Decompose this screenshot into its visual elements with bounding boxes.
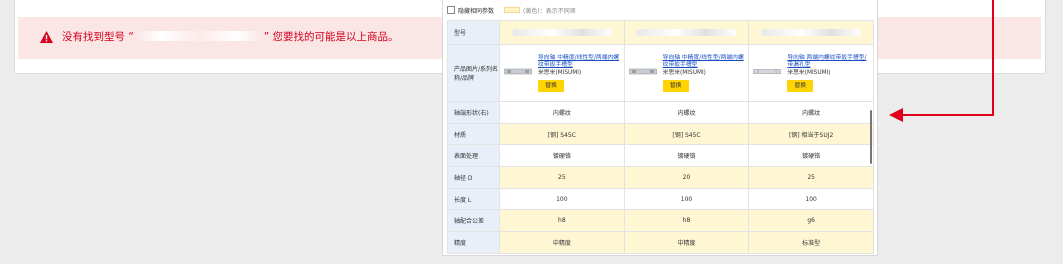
table-row: 材质 [钢] S45C [钢] S45C [钢] 相当于SUJ2	[447, 122, 874, 146]
model-cell	[623, 20, 750, 45]
table-cell: 镀硬铬	[499, 144, 625, 168]
replace-button[interactable]: 替换	[538, 79, 564, 92]
table-row: 轴配合公差 h8 h8 g6	[447, 209, 874, 233]
table-cell: [钢] S45C	[623, 122, 750, 146]
table-row: 轴端形状(右) 内螺纹 内螺纹 内螺纹	[447, 101, 874, 124]
alert-suffix: ” 您要找的可能是以上商品。	[263, 31, 399, 43]
table-cell: 100	[623, 187, 750, 211]
table-row: 表面处理 镀硬铬 镀硬铬 镀硬铬	[447, 144, 874, 168]
table-cell: 100	[499, 187, 625, 211]
redacted-model	[636, 29, 737, 36]
table-cell: 100	[748, 187, 874, 211]
shaft-image-icon	[753, 67, 782, 76]
legend-label: (黄色)：表示不同项	[523, 7, 576, 15]
table-cell: 标准型	[748, 231, 874, 254]
model-cell	[499, 20, 625, 45]
table-cell: [钢] S45C	[499, 122, 625, 146]
table-cell: 镀硬铬	[748, 144, 874, 168]
hide-same-label[interactable]: 隐藏相同参数	[458, 6, 494, 15]
product-cell: 导向轴 中精度/线性型/两端内螺纹带扳手槽型 米思米(MISUMI) 替换	[499, 44, 625, 102]
warning-icon	[40, 31, 53, 43]
annotation-arrow-head	[889, 108, 903, 122]
product-brand: 米思米(MISUMI)	[787, 69, 831, 76]
shaft-image-icon	[628, 67, 657, 76]
product-link[interactable]: 导向轴 两端内螺纹带扳手槽型/带漏孔型	[787, 55, 869, 69]
row-label: 精度	[447, 231, 500, 254]
table-row: 轴径 D 25 20 25	[447, 166, 874, 189]
row-label: 轴径 D	[447, 166, 500, 189]
table-cell: 内螺纹	[623, 101, 750, 124]
replace-button[interactable]: 替换	[787, 79, 814, 92]
row-label: 型号	[447, 20, 500, 45]
table-cell: 中精度	[499, 231, 625, 254]
product-link[interactable]: 导向轴 中精度/线性型/两端内螺纹带扳手槽型	[663, 55, 745, 69]
shaft-image-icon	[504, 67, 532, 76]
row-label: 轴端形状(右)	[447, 101, 500, 124]
table-cell: h8	[623, 209, 750, 233]
redacted-model	[134, 31, 263, 41]
alert-message: 没有找到型号 “ ” 您要找的可能是以上商品。	[62, 31, 399, 44]
product-brand: 米思米(MISUMI)	[662, 69, 706, 76]
product-cell: 导向轴 中精度/线性型/两端内螺纹带扳手槽型 米思米(MISUMI) 替换	[623, 44, 750, 102]
hide-same-checkbox[interactable]	[447, 6, 455, 14]
annotation-arrow-line	[992, 0, 994, 116]
redacted-model	[511, 29, 612, 36]
redacted-model	[761, 29, 862, 36]
product-brand: 米思米(MISUMI)	[538, 69, 582, 76]
product-cell: 导向轴 两端内螺纹带扳手槽型/带漏孔型 米思米(MISUMI) 替换	[748, 44, 874, 102]
table-cell: 镀硬铬	[623, 144, 750, 168]
row-label: 轴配合公差	[447, 209, 500, 233]
table-cell: 内螺纹	[748, 101, 874, 124]
table-cell: g6	[748, 209, 874, 233]
table-cell: 内螺纹	[499, 101, 625, 124]
product-link[interactable]: 导向轴 中精度/线性型/两端内螺纹带扳手槽型	[538, 55, 620, 69]
table-row: 型号	[447, 20, 874, 45]
compare-popup: 隐藏相同参数 (黄色)：表示不同项 型号 产品图片/系列名称/品牌 导向轴 中精…	[442, 0, 878, 256]
table-cell: 中精度	[623, 231, 750, 254]
compare-table: 型号 产品图片/系列名称/品牌 导向轴 中精度/线性型/两端内螺纹带扳手槽型 米…	[447, 20, 874, 254]
row-label: 材质	[447, 122, 500, 146]
table-row: 精度 中精度 中精度 标准型	[447, 231, 874, 254]
replace-button[interactable]: 替换	[662, 79, 689, 92]
table-cell: 20	[623, 166, 750, 189]
table-row: 长度 L 100 100 100	[447, 187, 874, 211]
table-cell: 25	[748, 166, 874, 189]
scrollbar[interactable]	[870, 110, 872, 164]
compare-toolbar: 隐藏相同参数 (黄色)：表示不同项	[447, 4, 576, 16]
row-label: 长度 L	[447, 187, 500, 211]
legend-swatch	[504, 7, 521, 13]
table-cell: 25	[499, 166, 625, 189]
row-label: 表面处理	[447, 144, 500, 168]
table-row: 产品图片/系列名称/品牌 导向轴 中精度/线性型/两端内螺纹带扳手槽型 米思米(…	[447, 44, 874, 102]
alert-prefix: 没有找到型号 “	[62, 31, 134, 43]
annotation-arrow-line	[902, 114, 994, 116]
model-cell	[748, 20, 874, 45]
row-label: 产品图片/系列名称/品牌	[447, 44, 500, 102]
table-cell: [钢] 相当于SUJ2	[748, 122, 874, 146]
table-cell: h8	[499, 209, 625, 233]
